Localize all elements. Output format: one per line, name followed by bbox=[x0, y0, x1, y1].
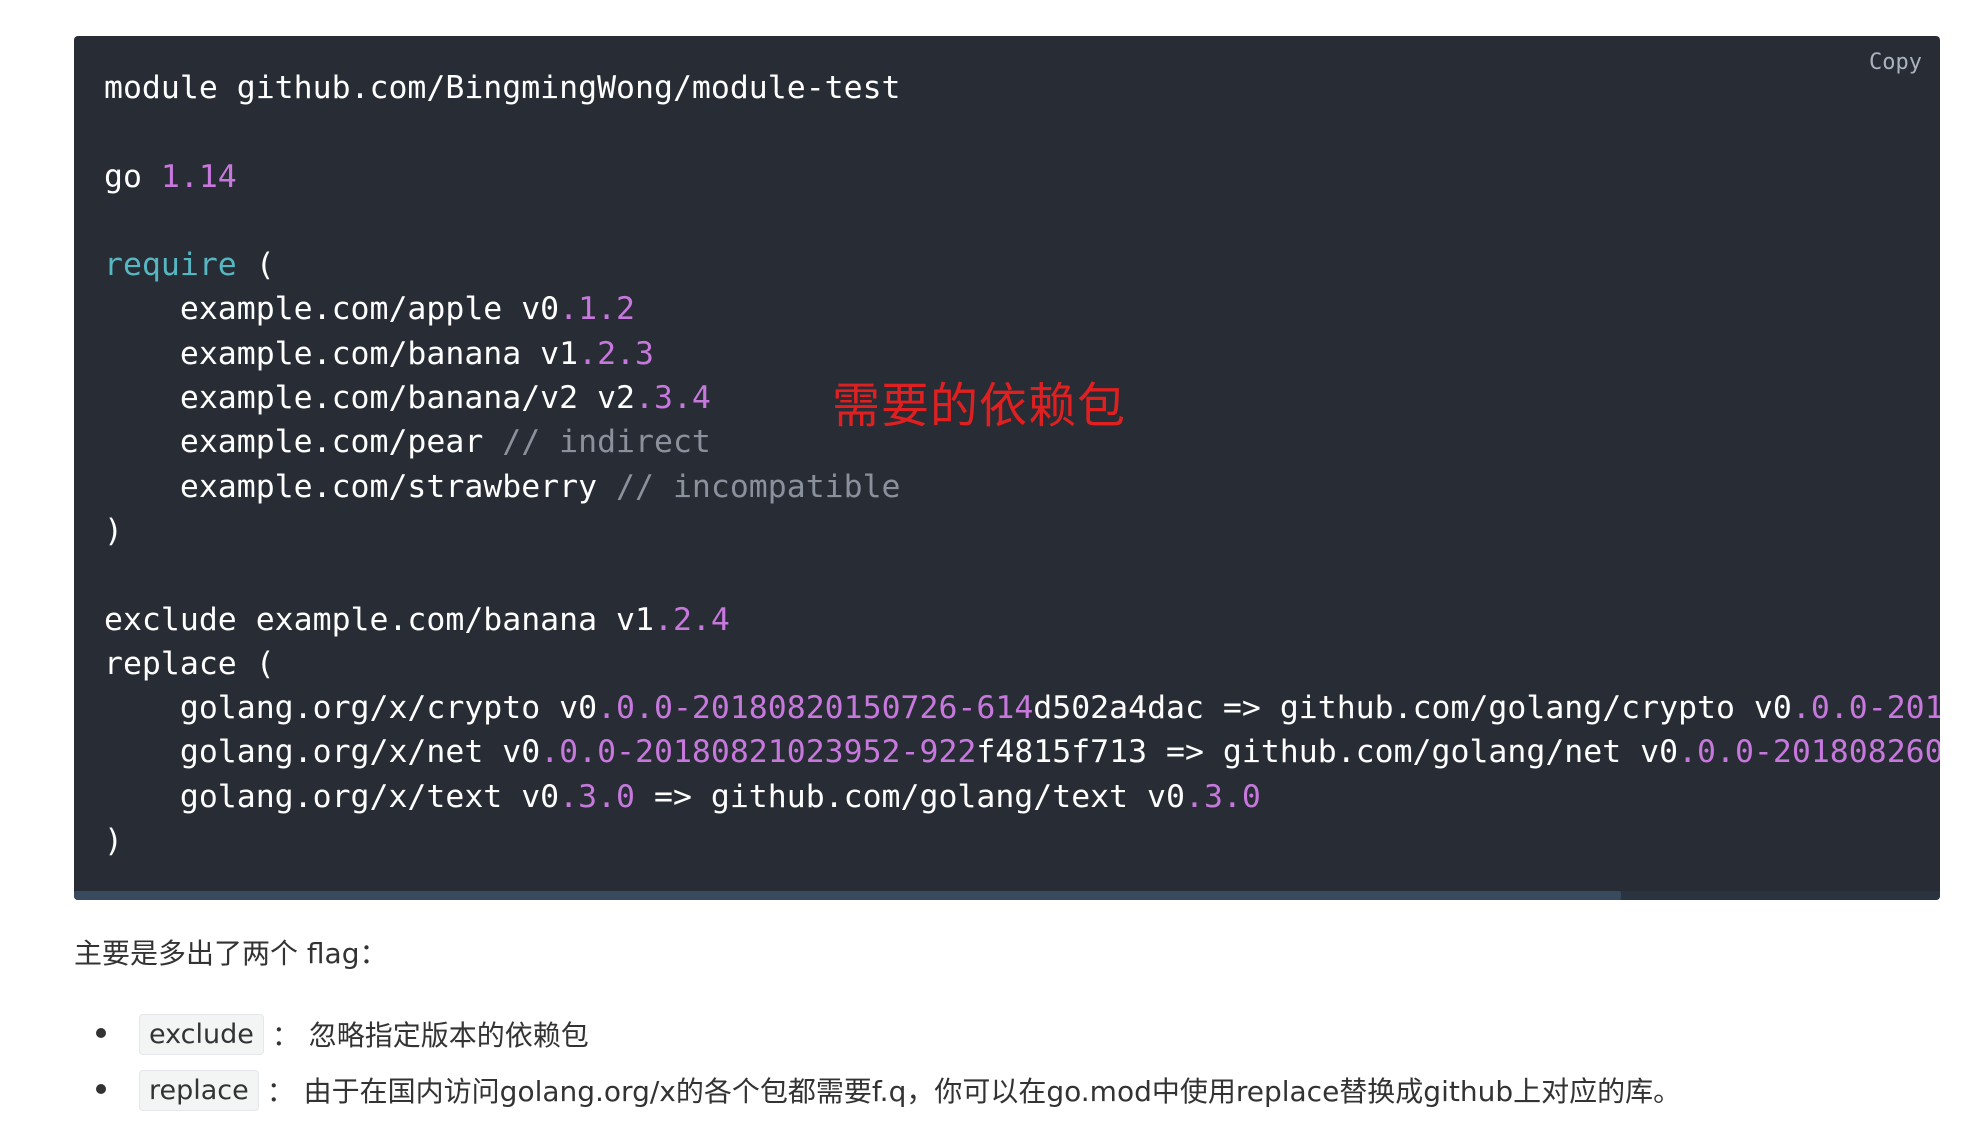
bullet-icon bbox=[96, 1084, 106, 1094]
horizontal-scrollbar[interactable] bbox=[74, 891, 1940, 900]
code-token: replace ( bbox=[104, 645, 275, 682]
inline-code: exclude bbox=[139, 1013, 264, 1055]
code-keyword: require bbox=[104, 247, 237, 284]
code-line: ) bbox=[104, 509, 1940, 553]
code-token: golang.org/x/text v0 bbox=[104, 778, 560, 815]
code-number: .3.0 bbox=[559, 778, 636, 815]
code-token: example.com/banana v1 bbox=[104, 335, 579, 372]
code-token: ) bbox=[104, 512, 123, 549]
paragraph: 主要是多出了两个 flag： bbox=[74, 937, 388, 970]
code-token: ) bbox=[104, 823, 123, 860]
code-number: .3.0 bbox=[1185, 778, 1261, 815]
code-line: golang.org/x/text v0.3.0 => github.com/g… bbox=[104, 775, 1940, 819]
code-line: example.com/banana v1.2.3 bbox=[104, 332, 1940, 376]
code-number: .2.3 bbox=[578, 335, 654, 372]
page: Copy module github.com/BingmingWong/modu… bbox=[0, 0, 1986, 1126]
code-line: example.com/strawberry // incompatible bbox=[104, 465, 1940, 509]
list-item-text: ： 忽略指定版本的依赖包 bbox=[271, 1019, 589, 1052]
bullet-icon bbox=[96, 1028, 106, 1038]
code-token: exclude example.com/banana v1 bbox=[104, 601, 654, 638]
code-comment: // incompatible bbox=[616, 468, 901, 505]
code-comment: // indirect bbox=[502, 424, 711, 461]
list-item-text: ： 由于在国内访问golang.org/x的各个包都需要f.q，你可以在go.m… bbox=[266, 1075, 1682, 1108]
code-token: f4815f713 => github.com/golang/net v0 bbox=[976, 734, 1679, 771]
code-token: example.com/pear bbox=[104, 424, 503, 461]
code-block[interactable]: Copy module github.com/BingmingWong/modu… bbox=[74, 36, 1940, 900]
code-line: module github.com/BingmingWong/module-te… bbox=[104, 66, 1940, 110]
code-token: module github.com/BingmingWong/module-te… bbox=[104, 70, 901, 106]
code-token: ( bbox=[236, 247, 275, 284]
code-content: module github.com/BingmingWong/module-te… bbox=[104, 66, 1940, 863]
code-line: go 1.14 bbox=[104, 155, 1940, 199]
code-line: golang.org/x/crypto v0.0.0-2018082015072… bbox=[104, 686, 1940, 730]
code-token: go bbox=[104, 158, 161, 195]
code-token: example.com/banana/v2 v2 bbox=[104, 380, 636, 417]
code-line-empty bbox=[104, 110, 1940, 154]
code-token: golang.org/x/crypto v0 bbox=[104, 690, 598, 727]
inline-code: replace bbox=[139, 1069, 259, 1111]
code-number: .0.0-2018082601235 bbox=[1678, 734, 1940, 771]
code-token: golang.org/x/net v0 bbox=[104, 734, 541, 771]
code-line: replace ( bbox=[104, 642, 1940, 686]
code-line: ) bbox=[104, 819, 1940, 863]
scrollbar-thumb[interactable] bbox=[74, 891, 1621, 900]
code-number: .0.0-20180820150726-614 bbox=[597, 690, 1034, 727]
code-line: example.com/apple v0.1.2 bbox=[104, 287, 1940, 331]
code-token: => github.com/golang/text v0 bbox=[635, 778, 1185, 815]
red-annotation: 需要的依赖包 bbox=[832, 378, 1127, 434]
code-token: example.com/apple v0 bbox=[104, 291, 560, 328]
code-line-empty bbox=[104, 199, 1940, 243]
code-line: golang.org/x/net v0.0.0-20180821023952-9… bbox=[104, 730, 1940, 774]
code-number: .1.2 bbox=[559, 291, 636, 328]
code-token: example.com/strawberry bbox=[104, 468, 617, 505]
code-number: .0.0-20180821023952-922 bbox=[540, 734, 977, 771]
code-number: .0.0-20180820 bbox=[1791, 690, 1940, 727]
flag-list: exclude ： 忽略指定版本的依赖包 replace ： 由于在国内访问go… bbox=[74, 1006, 1681, 1118]
list-item: exclude ： 忽略指定版本的依赖包 bbox=[74, 1006, 1681, 1062]
code-number: 1.14 bbox=[160, 158, 237, 195]
code-line: exclude example.com/banana v1.2.4 bbox=[104, 598, 1940, 642]
list-item: replace ： 由于在国内访问golang.org/x的各个包都需要f.q，… bbox=[74, 1062, 1681, 1118]
code-line: require ( bbox=[104, 243, 1940, 287]
code-number: .3.4 bbox=[635, 380, 711, 417]
code-number: .2.4 bbox=[653, 601, 730, 638]
code-line-empty bbox=[104, 553, 1940, 597]
code-token: d502a4dac => github.com/golang/crypto v0 bbox=[1033, 690, 1792, 727]
